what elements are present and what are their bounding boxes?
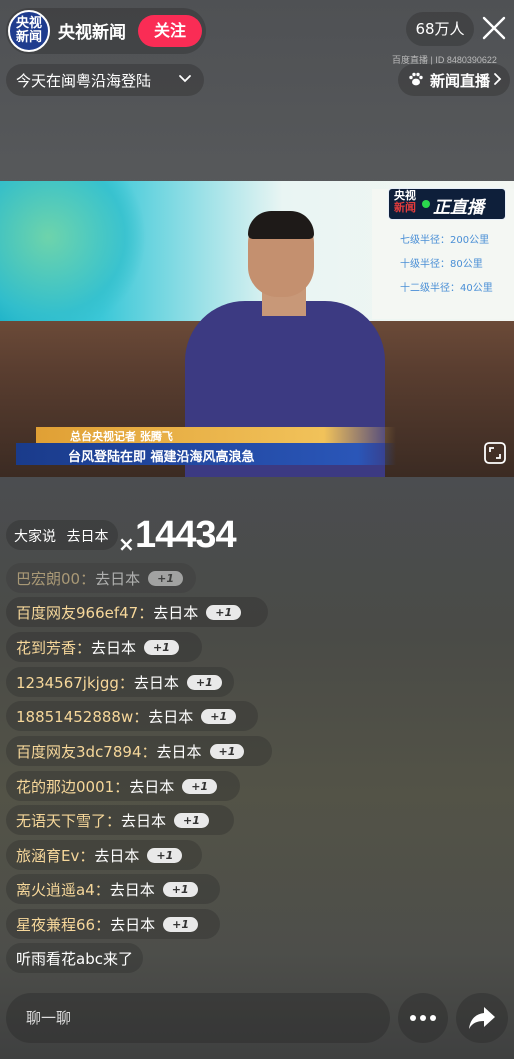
live-video-player[interactable]: 七级半径：200公里 十级半径：80公里 十二级半径：40公里 央视 新闻 正直… xyxy=(0,181,514,477)
fullscreen-icon[interactable] xyxy=(483,441,507,465)
channel-name[interactable]: 央视新闻 xyxy=(58,18,126,43)
comment-row[interactable]: 百度网友966ef47： 去日本 +1 xyxy=(6,597,268,627)
trending-prefix: 大家说 xyxy=(14,529,56,545)
plus-one-button[interactable]: +1 xyxy=(206,604,242,620)
plus-one-button[interactable]: +1 xyxy=(148,570,183,586)
plus-one-button[interactable]: +1 xyxy=(174,812,209,828)
plus-one-button[interactable]: +1 xyxy=(182,778,218,794)
comment-text: 去日本 xyxy=(133,673,179,692)
comment-row[interactable]: 1234567jkjgg： 去日本 +1 xyxy=(6,667,234,697)
comment-username: 18851452888w： xyxy=(16,707,149,726)
chat-input[interactable] xyxy=(6,993,390,1043)
comment-username: 无语天下雪了： xyxy=(16,811,122,830)
join-text: 来了 xyxy=(102,949,133,968)
comment-row[interactable]: 花到芳香： 去日本 +1 xyxy=(6,632,202,662)
news-live-label[interactable]: 新闻直播 xyxy=(430,70,490,91)
comment-text: 去日本 xyxy=(110,915,156,934)
chevron-right-icon[interactable] xyxy=(493,72,503,86)
headline-caption: 台风登陆在即 福建沿海风高浪急 xyxy=(68,450,255,465)
reporter-caption: 总台央视记者 张腾飞 xyxy=(70,430,173,443)
chevron-down-icon[interactable] xyxy=(178,72,192,86)
comment-username: 花到芳香： xyxy=(16,638,92,657)
comment-row[interactable]: 离火逍遥a4： 去日本 +1 xyxy=(6,874,220,904)
comment-row[interactable]: 18851452888w： 去日本 +1 xyxy=(6,701,258,731)
badge-logo-line2: 新闻 xyxy=(394,201,416,214)
trending-count: 14434 xyxy=(135,514,237,556)
comment-text: 去日本 xyxy=(91,638,137,657)
channel-avatar[interactable]: 央视 新闻 xyxy=(8,10,50,52)
comment-username: 百度网友3dc7894： xyxy=(16,742,157,761)
paw-icon xyxy=(409,72,423,86)
comment-username: 旅涵育Ev： xyxy=(16,846,95,865)
comment-text: 去日本 xyxy=(109,880,155,899)
comment-username: 花的那边0001： xyxy=(16,777,130,796)
plus-one-button[interactable]: +1 xyxy=(186,674,222,690)
screen-row: 七级半径：200公里 xyxy=(400,235,490,246)
comment-row[interactable]: 旅涵育Ev： 去日本 +1 xyxy=(6,840,202,870)
more-button[interactable] xyxy=(398,993,448,1043)
join-user: 听雨看花abc xyxy=(16,949,103,968)
comment-text: 去日本 xyxy=(153,603,199,622)
share-button[interactable] xyxy=(456,993,508,1043)
comment-row[interactable]: 花的那边0001： 去日本 +1 xyxy=(6,771,240,801)
plus-one-button[interactable]: +1 xyxy=(147,847,183,863)
comment-text: 去日本 xyxy=(148,707,194,726)
join-notice: 听雨看花abc 来了 xyxy=(6,943,143,973)
close-icon[interactable] xyxy=(480,14,508,42)
live-badge-text: 正直播 xyxy=(433,198,484,218)
trending-word: 去日本 xyxy=(66,529,109,545)
comment-username: 星夜兼程66： xyxy=(16,915,111,934)
plus-one-button[interactable]: +1 xyxy=(163,916,198,932)
video-map-graphic xyxy=(0,181,160,321)
comment-row[interactable]: 星夜兼程66： 去日本 +1 xyxy=(6,909,220,939)
multiplier-sign: × xyxy=(118,532,135,556)
screen-row: 十二级半径：40公里 xyxy=(400,283,493,294)
plus-one-button[interactable]: +1 xyxy=(209,743,245,759)
logo-line1: 央视 xyxy=(15,16,42,31)
screen-row: 十级半径：80公里 xyxy=(400,259,483,270)
more-dots-icon xyxy=(410,1015,436,1021)
live-dot-icon xyxy=(422,200,430,208)
comment-row[interactable]: 无语天下雪了： 去日本 +1 xyxy=(6,805,234,835)
comment-username: 离火逍遥a4： xyxy=(16,880,110,899)
follow-button[interactable]: 关注 xyxy=(138,15,202,47)
comment-username: 1234567jkjgg： xyxy=(16,673,134,692)
comment-username: 百度网友966ef47： xyxy=(16,603,154,622)
comment-row[interactable]: 巴宏朗00： 去日本 +1 xyxy=(6,563,196,593)
comment-text: 去日本 xyxy=(121,811,167,830)
plus-one-button[interactable]: +1 xyxy=(144,639,179,655)
comment-row[interactable]: 百度网友3dc7894： 去日本 +1 xyxy=(6,736,272,766)
plus-one-button[interactable]: +1 xyxy=(162,881,198,897)
comment-text: 去日本 xyxy=(156,742,202,761)
logo-line2: 新闻 xyxy=(15,30,42,45)
viewer-count[interactable]: 68万人 xyxy=(406,12,474,46)
comment-username: 巴宏朗00： xyxy=(16,569,96,588)
comment-text: 去日本 xyxy=(94,846,140,865)
trending-phrase[interactable]: 大家说 去日本 xyxy=(14,526,108,546)
reporter-hair xyxy=(248,211,314,239)
comment-text: 去日本 xyxy=(129,777,175,796)
live-badge-logo: 央视 新闻 xyxy=(390,190,420,218)
plus-one-button[interactable]: +1 xyxy=(201,708,237,724)
comment-text: 去日本 xyxy=(95,569,141,588)
topic-text[interactable]: 今天在闽粤沿海登陆 xyxy=(16,70,151,91)
share-arrow-icon xyxy=(469,1007,495,1029)
